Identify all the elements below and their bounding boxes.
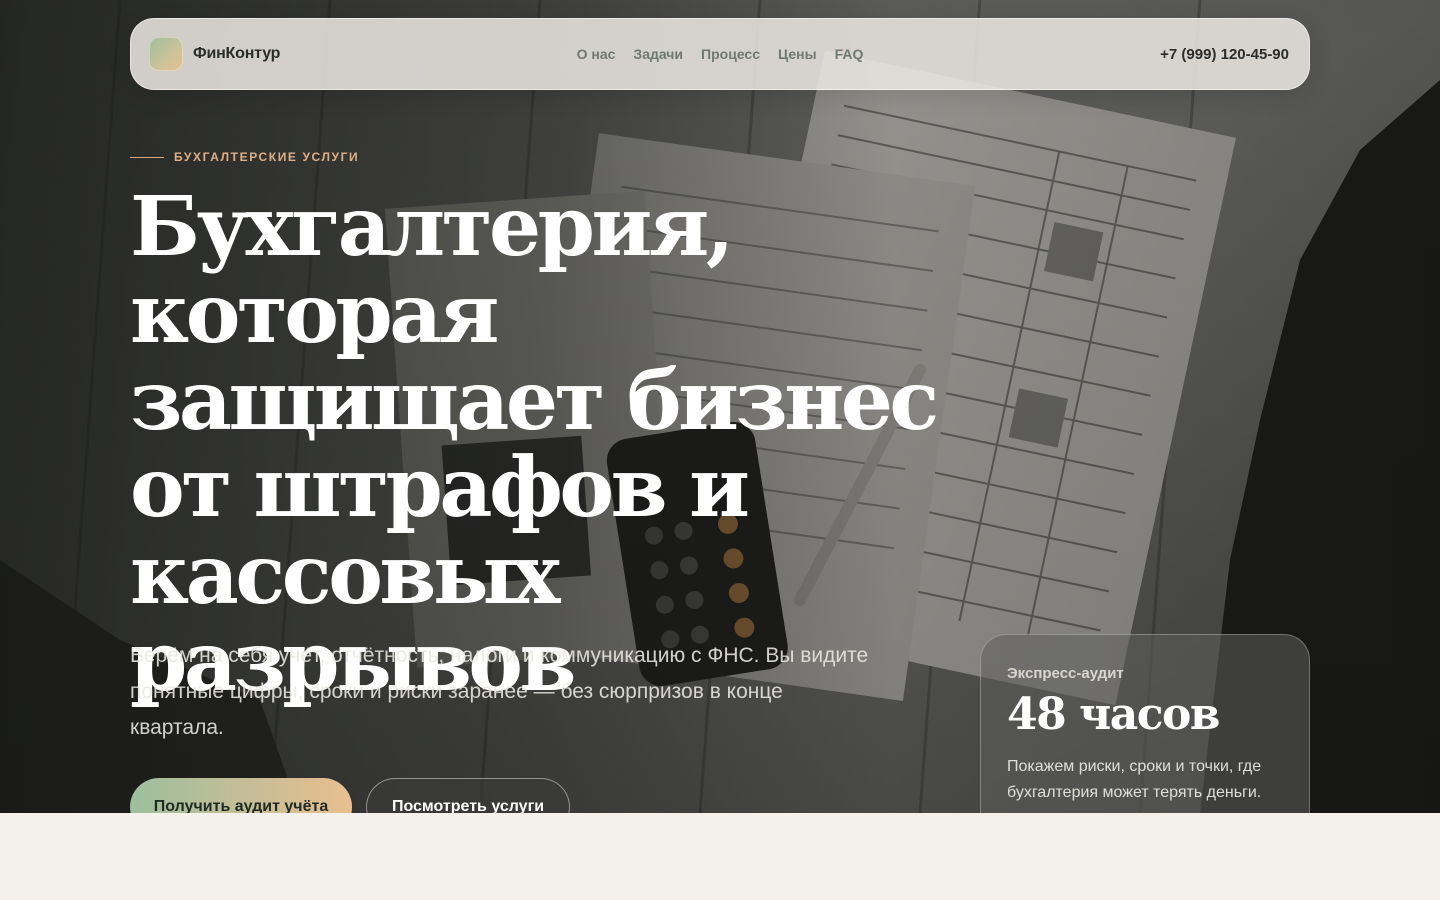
express-audit-card: Экспресс-аудит 48 часов Покажем риски, с… [980,634,1310,813]
audit-card-description: Покажем риски, сроки и точки, где бухгал… [1007,758,1262,801]
nav-link-prices[interactable]: Цены [778,46,817,62]
hero-headline: Бухгалтерия, которая защищает бизнес от … [130,179,939,710]
eyebrow-text: БУХГАЛТЕРСКИЕ УСЛУГИ [174,150,360,164]
nav-link-faq[interactable]: FAQ [835,46,864,62]
nav-link-process[interactable]: Процесс [701,46,760,62]
hero-subtext: Берём на себя учёт, отчётность, налоги и… [130,644,869,739]
brand[interactable]: ФинКонтур [149,37,280,71]
nav-phone-link[interactable]: +7 (999) 120-45-90 [1160,46,1289,63]
brand-name: ФинКонтур [193,45,281,62]
hero-eyebrow: БУХГАЛТЕРСКИЕ УСЛУГИ [130,150,359,164]
audit-card-value: 48 часов [1007,689,1220,740]
nav-links: О нас Задачи Процесс Цены FAQ [577,46,864,62]
eyebrow-divider [130,156,164,158]
nav-link-about[interactable]: О нас [577,46,616,62]
audit-card-label: Экспресс-аудит [1007,665,1124,682]
hero-section: ФинКонтур О нас Задачи Процесс Цены FAQ … [0,0,1440,813]
nav-link-tasks[interactable]: Задачи [633,46,683,62]
top-navbar: ФинКонтур О нас Задачи Процесс Цены FAQ … [130,18,1310,90]
below-fold-section [0,813,1440,900]
view-services-button[interactable]: Посмотреть услуги [366,778,570,813]
get-audit-button[interactable]: Получить аудит учёта [130,778,352,813]
brand-logo-icon [149,37,183,71]
